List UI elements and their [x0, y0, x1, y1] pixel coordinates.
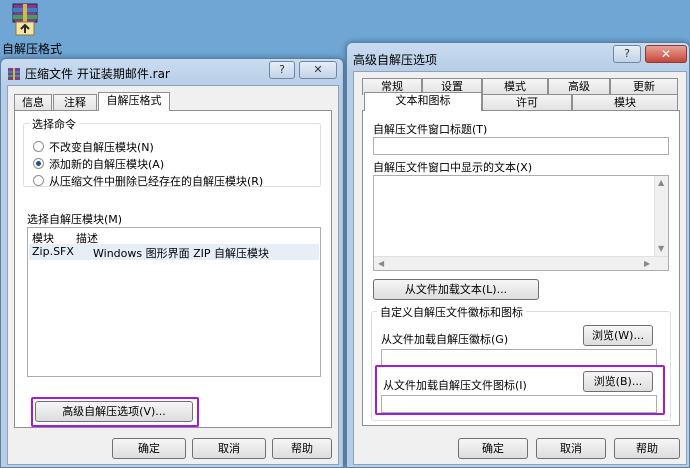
- browse-logo-button[interactable]: 浏览(W)...: [583, 325, 653, 346]
- archive-client: 信息 注释 自解压格式 选择命令 不改变自解压模块(N) 添加新的自解压模块(A…: [7, 85, 339, 465]
- scroll-right-icon[interactable]: ▶: [644, 259, 650, 268]
- help-button[interactable]: 帮助: [614, 438, 680, 459]
- module-list[interactable]: 模块 描述 Zip.SFX Windows 图形界面 ZIP 自解压模块: [27, 227, 321, 377]
- radio-add-module[interactable]: [33, 158, 44, 169]
- highlight-box: [375, 365, 665, 415]
- ok-button[interactable]: 确定: [112, 438, 186, 459]
- rar-icon: [8, 68, 20, 80]
- radio-no-change[interactable]: [33, 141, 44, 152]
- window-title-label: 自解压文件窗口标题(T): [373, 123, 488, 136]
- radio-remove-module-label: 从压缩文件中删除已经存在的自解压模块(R): [49, 175, 264, 188]
- ok-button[interactable]: 确定: [458, 438, 528, 459]
- radio-remove-module[interactable]: [33, 175, 44, 186]
- row-module: Zip.SFX: [32, 245, 74, 258]
- advanced-client: 常规 设置 模式 高级 更新 文本和图标 许可 模块 自解压文件窗口标题(T) …: [353, 71, 687, 465]
- window-title: 压缩文件 开证装期邮件.rar: [25, 67, 170, 81]
- tab-comment[interactable]: 注释: [53, 94, 97, 111]
- tab-sfx[interactable]: 自解压格式: [98, 92, 170, 111]
- tab-module[interactable]: 模块: [572, 94, 678, 111]
- window-text-area[interactable]: ▲ ▼ ◀ ▶: [373, 175, 669, 271]
- tab-update[interactable]: 更新: [610, 78, 678, 95]
- desktop-icon-label: 自解压格式: [2, 42, 63, 56]
- module-section-label: 选择自解压模块(M): [27, 213, 123, 226]
- tab-license[interactable]: 许可: [482, 94, 572, 111]
- vertical-scrollbar[interactable]: ▲ ▼: [654, 176, 668, 256]
- window-title-input[interactable]: [373, 137, 669, 155]
- close-button[interactable]: ✕: [645, 45, 687, 63]
- radio-no-change-label: 不改变自解压模块(N): [49, 141, 154, 154]
- row-desc: Windows 图形界面 ZIP 自解压模块: [93, 247, 270, 260]
- logo-label: 从文件加载自解压徽标(G): [381, 333, 509, 346]
- horizontal-scrollbar[interactable]: ◀ ▶: [374, 256, 668, 270]
- tab-mode[interactable]: 模式: [482, 78, 548, 95]
- highlight-box: [31, 397, 199, 427]
- scroll-up-icon[interactable]: ▲: [658, 178, 664, 187]
- winrar-sfx-icon[interactable]: [10, 2, 40, 36]
- help-title-button[interactable]: ?: [269, 61, 295, 79]
- help-title-button[interactable]: ?: [613, 45, 641, 63]
- scroll-down-icon[interactable]: ▼: [658, 244, 664, 253]
- table-row[interactable]: Zip.SFX Windows 图形界面 ZIP 自解压模块: [29, 244, 319, 260]
- command-group-title: 选择命令: [29, 116, 79, 132]
- scroll-left-icon[interactable]: ◀: [378, 259, 384, 268]
- tab-advanced[interactable]: 高级: [548, 78, 610, 95]
- tab-text-icon[interactable]: 文本和图标: [364, 92, 482, 111]
- help-button[interactable]: 帮助: [272, 438, 332, 459]
- sfx-panel: 选择命令 不改变自解压模块(N) 添加新的自解压模块(A) 从压缩文件中删除已经…: [14, 110, 332, 428]
- close-button[interactable]: ✕: [299, 61, 337, 79]
- cancel-button[interactable]: 取消: [536, 438, 606, 459]
- cancel-button[interactable]: 取消: [192, 438, 266, 459]
- archive-window: 压缩文件 开证装期邮件.rar ? ✕ 信息 注释 自解压格式 选择命令 不改变…: [0, 58, 344, 468]
- radio-add-module-label: 添加新的自解压模块(A): [49, 158, 165, 171]
- load-text-button[interactable]: 从文件加载文本(L)...: [373, 279, 539, 300]
- window-title: 高级自解压选项: [353, 53, 438, 67]
- logo-group-title: 自定义自解压文件徽标和图标: [377, 304, 526, 320]
- window-text-label: 自解压文件窗口中显示的文本(X): [373, 161, 533, 174]
- text-icon-panel: 自解压文件窗口标题(T) 自解压文件窗口中显示的文本(X) ▲ ▼ ◀ ▶ 从文…: [362, 110, 680, 426]
- tab-info[interactable]: 信息: [14, 94, 52, 111]
- advanced-sfx-window: 高级自解压选项 ? ✕ 常规 设置 模式 高级 更新 文本和图标 许可 模块 自…: [346, 42, 690, 468]
